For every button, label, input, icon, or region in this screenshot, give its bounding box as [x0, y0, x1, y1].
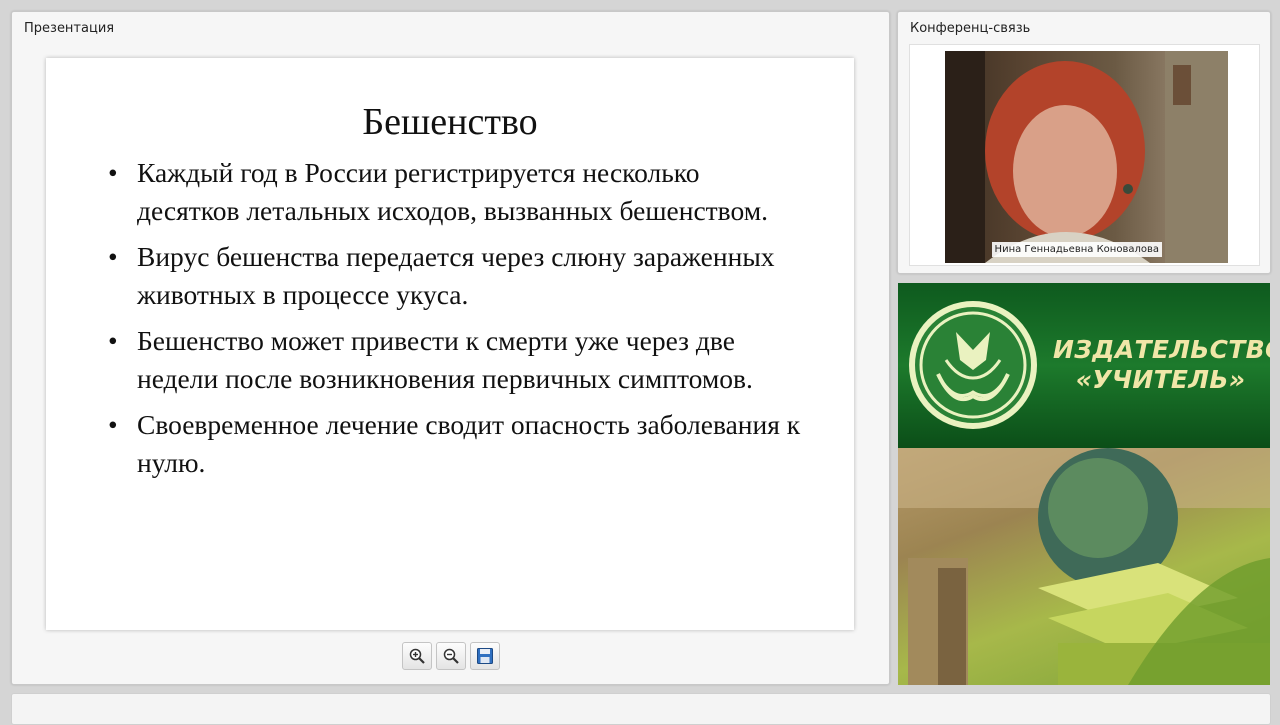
speaker-video-image [945, 51, 1228, 263]
slide-toolbar [402, 642, 500, 670]
save-button[interactable] [470, 642, 500, 670]
video-feed[interactable]: Нина Геннадьевна Коновалова [945, 51, 1228, 263]
bottom-panel [11, 693, 1271, 725]
slide: Бешенство • Каждый год в России регистрир… [46, 58, 854, 630]
presentation-panel-title: Презентация [24, 21, 115, 36]
slide-bullet: • Вирус бешенства передается через слюну … [108, 238, 808, 313]
slide-bullet: • Каждый год в России регистрируется неск… [108, 154, 808, 229]
zoom-out-button[interactable] [436, 642, 466, 670]
slide-bullet-text: Каждый год в России регистрируется неско… [137, 157, 768, 226]
slide-heading: Бешенство [362, 101, 538, 143]
publisher-banner-image [898, 448, 1270, 685]
zoom-in-icon [409, 648, 425, 664]
bullet-marker: • [108, 157, 118, 188]
presentation-panel: Презентация Бешенство • Каждый год в Росс… [11, 11, 890, 685]
slide-bullet-text: Своевременное лечение сводит опасность з… [137, 409, 801, 478]
conference-panel-title: Конференц-связь [910, 21, 1031, 36]
publisher-name-line1: ИЗДАТЕЛЬСТВО [1053, 335, 1270, 364]
bullet-marker: • [108, 325, 118, 356]
zoom-in-button[interactable] [402, 642, 432, 670]
slide-bullet-text: Бешенство может привести к смерти уже че… [137, 325, 753, 394]
bullet-marker: • [108, 409, 118, 440]
participant-name-label: Нина Геннадьевна Коновалова [991, 242, 1162, 257]
video-container: Нина Геннадьевна Коновалова [909, 44, 1260, 266]
slide-bullet-text: Вирус бешенства передается через слюну з… [137, 241, 775, 310]
zoom-out-icon [443, 648, 459, 664]
save-icon [477, 648, 493, 664]
publisher-name-line2: «УЧИТЕЛЬ» [1075, 365, 1246, 394]
publisher-logo-icon [909, 301, 1037, 429]
slide-bullet: • Своевременное лечение сводит опасность … [108, 406, 808, 481]
publisher-banner: ИЗДАТЕЛЬСТВО «УЧИТЕЛЬ» [898, 283, 1270, 685]
conference-panel: Конференц-связь Нина Геннадьевна Коновал… [897, 11, 1271, 274]
books-and-globe-image [898, 448, 1270, 685]
slide-bullet: • Бешенство может привести к смерти уже ч… [108, 322, 808, 397]
bullet-marker: • [108, 241, 118, 272]
slide-bullet-list: • Каждый год в России регистрируется неск… [108, 154, 808, 490]
publisher-name: ИЗДАТЕЛЬСТВО «УЧИТЕЛЬ» [1053, 335, 1270, 395]
publisher-banner-header: ИЗДАТЕЛЬСТВО «УЧИТЕЛЬ» [898, 283, 1270, 448]
